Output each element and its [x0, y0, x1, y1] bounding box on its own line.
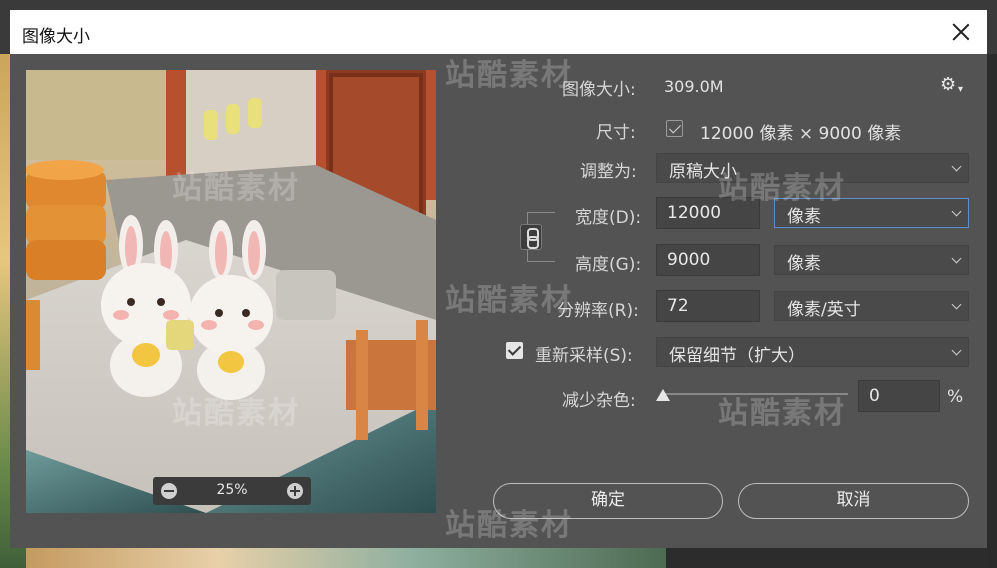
dialog-titlebar[interactable]: 图像大小 — [10, 10, 987, 54]
noise-slider-track[interactable] — [662, 393, 848, 395]
cancel-button[interactable]: 取消 — [738, 483, 969, 519]
noise-unit: % — [947, 387, 964, 407]
noise-label: 减少杂色: — [562, 391, 636, 411]
chevron-down-icon — [951, 206, 962, 217]
height-input[interactable]: 9000 — [656, 244, 760, 276]
dimensions-label: 尺寸: — [596, 123, 636, 143]
chevron-down-icon — [951, 345, 962, 356]
height-unit: 像素 — [787, 254, 821, 274]
gear-icon[interactable]: ⚙ ▾ — [940, 74, 964, 96]
chevron-down-icon — [951, 299, 962, 310]
dialog-title: 图像大小 — [22, 27, 90, 47]
width-unit: 像素 — [787, 207, 821, 227]
background-panel-bottom — [666, 548, 987, 568]
height-value: 9000 — [667, 250, 711, 270]
image-size-label: 图像大小: — [562, 80, 636, 100]
fit-to-label: 调整为: — [580, 162, 637, 182]
zoom-control: 25% — [153, 477, 311, 505]
image-size-value: 309.0M — [664, 77, 724, 96]
resample-label: 重新采样(S): — [535, 346, 633, 366]
image-size-dialog: 图像大小 25% 图像大小: 309.0M ⚙ ▾ 尺寸: 12000 像素 ×… — [10, 10, 987, 548]
constrain-bracket-bottom — [527, 248, 555, 262]
fit-to-select[interactable]: 原稿大小 — [656, 153, 969, 183]
width-value: 12000 — [667, 203, 722, 223]
resolution-input[interactable]: 72 — [656, 290, 760, 322]
noise-slider-thumb[interactable] — [656, 389, 670, 401]
height-label: 高度(G): — [575, 255, 642, 275]
background-panel-right — [987, 54, 997, 568]
resample-value: 保留细节（扩大） — [669, 346, 805, 366]
resolution-value: 72 — [667, 296, 689, 316]
image-preview[interactable] — [26, 70, 436, 513]
chevron-down-icon — [951, 161, 962, 172]
chevron-down-icon — [951, 253, 962, 264]
width-input[interactable]: 12000 — [656, 197, 760, 229]
resolution-label: 分辨率(R): — [557, 301, 639, 321]
dimensions-toggle[interactable] — [666, 120, 683, 137]
close-icon[interactable] — [949, 20, 973, 44]
resolution-unit: 像素/英寸 — [787, 300, 861, 320]
noise-value: 0 — [869, 386, 880, 406]
dimensions-value: 12000 像素 × 9000 像素 — [700, 124, 902, 144]
zoom-in-icon[interactable] — [287, 483, 303, 499]
resample-checkbox[interactable] — [506, 342, 523, 359]
preview-illustration — [26, 70, 436, 513]
resolution-unit-select[interactable]: 像素/英寸 — [774, 291, 969, 321]
width-label: 宽度(D): — [575, 208, 642, 228]
height-unit-select[interactable]: 像素 — [774, 245, 969, 275]
resample-select[interactable]: 保留细节（扩大） — [656, 337, 969, 367]
width-unit-select[interactable]: 像素 — [774, 198, 969, 228]
noise-input[interactable]: 0 — [858, 380, 940, 412]
link-chain-icon[interactable] — [520, 224, 542, 250]
fit-to-value: 原稿大小 — [669, 162, 737, 182]
ok-button[interactable]: 确定 — [493, 483, 723, 519]
background-canvas-bottom — [26, 548, 666, 568]
